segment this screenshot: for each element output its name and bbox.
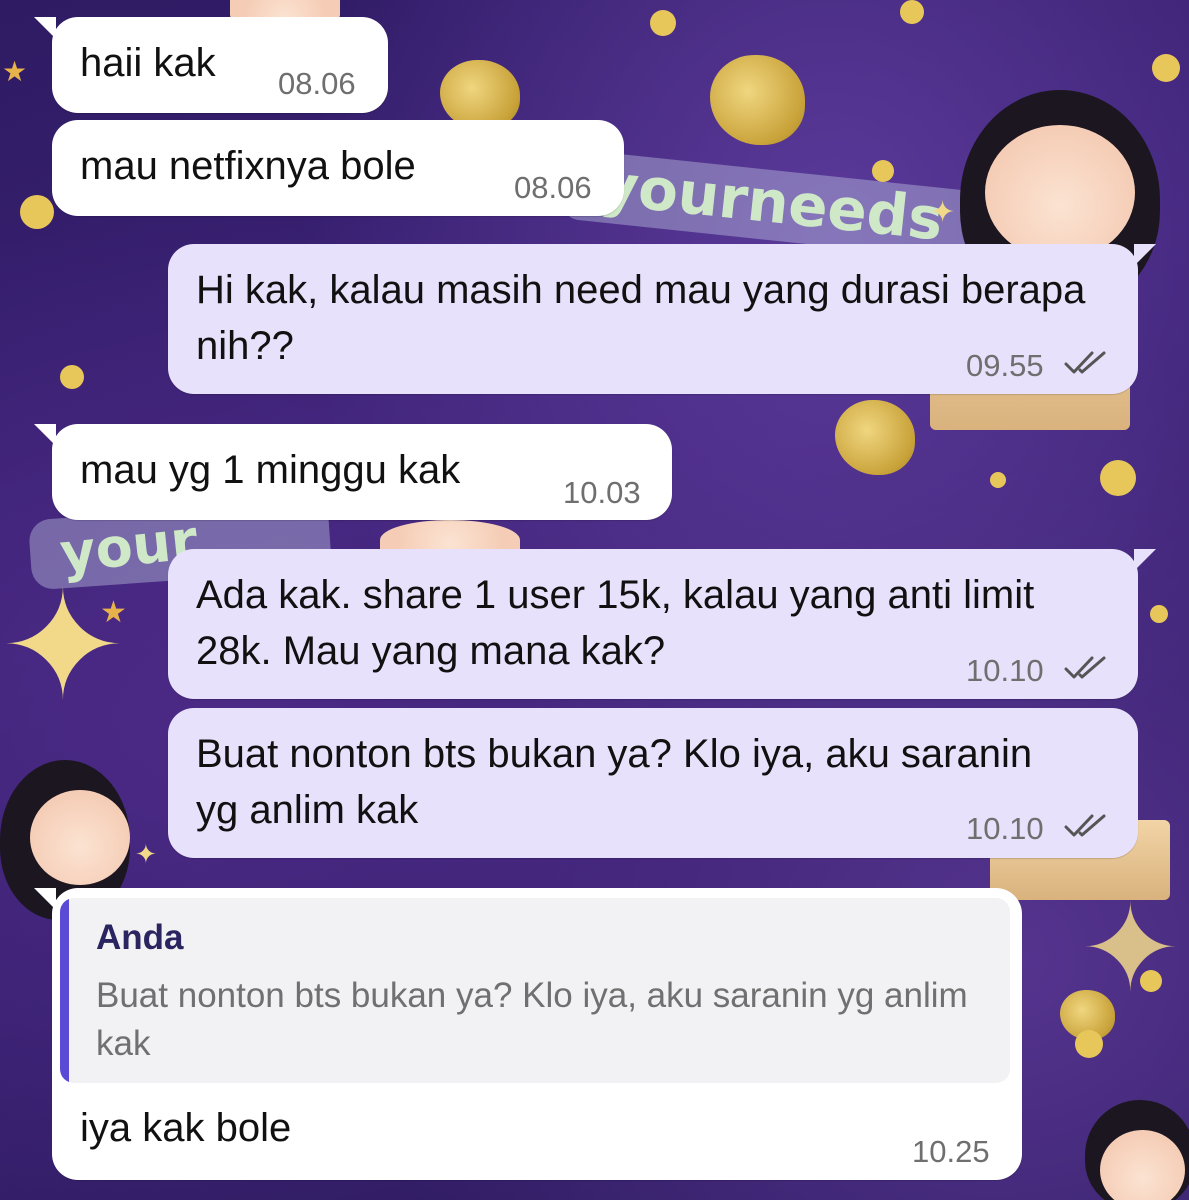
gold-dot — [1075, 1030, 1103, 1058]
message-bubble-incoming-reply[interactable]: Anda Buat nonton bts bukan ya? Klo iya, … — [34, 888, 1022, 1180]
message-text: Hi kak, kalau masih need mau yang durasi… — [196, 268, 1097, 368]
gold-dot — [20, 195, 54, 229]
gold-dot — [1100, 460, 1136, 496]
gold-dot — [650, 10, 676, 36]
quoted-sender-name: Anda — [96, 918, 184, 957]
quoted-message-text: Buat nonton bts bukan ya? Klo iya, aku s… — [96, 976, 968, 1063]
sparkle-star-icon: ✦ — [135, 840, 157, 870]
character-face — [1100, 1130, 1185, 1200]
quote-accent-bar — [60, 898, 69, 1083]
message-time: 10.10 — [966, 811, 1044, 846]
sparkle-star-icon: ✦ — [0, 560, 126, 734]
message-time: 08.06 — [514, 170, 592, 205]
message-time: 10.03 — [563, 475, 641, 510]
gold-dot — [872, 160, 894, 182]
sparkle-star-icon: ★ — [2, 55, 28, 88]
message-bubble-incoming[interactable]: mau netfixnya bole 08.06 — [52, 120, 624, 216]
gold-dot — [1152, 54, 1180, 82]
message-text: Ada kak. share 1 user 15k, kalau yang an… — [196, 573, 1046, 673]
message-text: Buat nonton bts bukan ya? Klo iya, aku s… — [196, 732, 1044, 832]
message-time: 10.25 — [912, 1134, 990, 1169]
gold-dot — [900, 0, 924, 24]
message-bubble-incoming[interactable]: mau yg 1 minggu kak 10.03 — [34, 424, 672, 520]
message-time: 10.10 — [966, 653, 1044, 688]
message-time: 09.55 — [966, 348, 1044, 383]
quoted-message[interactable]: Anda Buat nonton bts bukan ya? Klo iya, … — [60, 898, 1010, 1083]
message-time: 08.06 — [278, 66, 356, 101]
character-face — [985, 125, 1135, 260]
double-check-icon — [1064, 814, 1106, 837]
sparkle-star-icon: ✦ — [930, 195, 956, 230]
message-bubble-incoming[interactable]: haii kak 08.06 — [34, 17, 388, 113]
message-text: iya kak bole — [80, 1106, 292, 1150]
message-bubble-outgoing[interactable]: Hi kak, kalau masih need mau yang durasi… — [168, 244, 1156, 394]
double-check-icon — [1064, 351, 1106, 374]
message-text: mau yg 1 minggu kak — [80, 448, 461, 492]
gold-glitter-blob — [710, 55, 805, 145]
gold-dot — [990, 472, 1006, 488]
gold-dot — [1150, 605, 1168, 623]
character-face — [30, 790, 130, 885]
message-bubble-outgoing[interactable]: Buat nonton bts bukan ya? Klo iya, aku s… — [168, 708, 1138, 858]
sparkle-star-icon: ✦ — [1080, 880, 1181, 1019]
gold-glitter-blob — [835, 400, 915, 475]
message-bubble-outgoing[interactable]: Ada kak. share 1 user 15k, kalau yang an… — [168, 549, 1156, 699]
message-text: mau netfixnya bole — [80, 144, 416, 188]
sparkle-star-icon: ★ — [100, 595, 127, 630]
double-check-icon — [1064, 656, 1106, 679]
gold-dot — [60, 365, 84, 389]
message-text: haii kak — [80, 41, 216, 85]
